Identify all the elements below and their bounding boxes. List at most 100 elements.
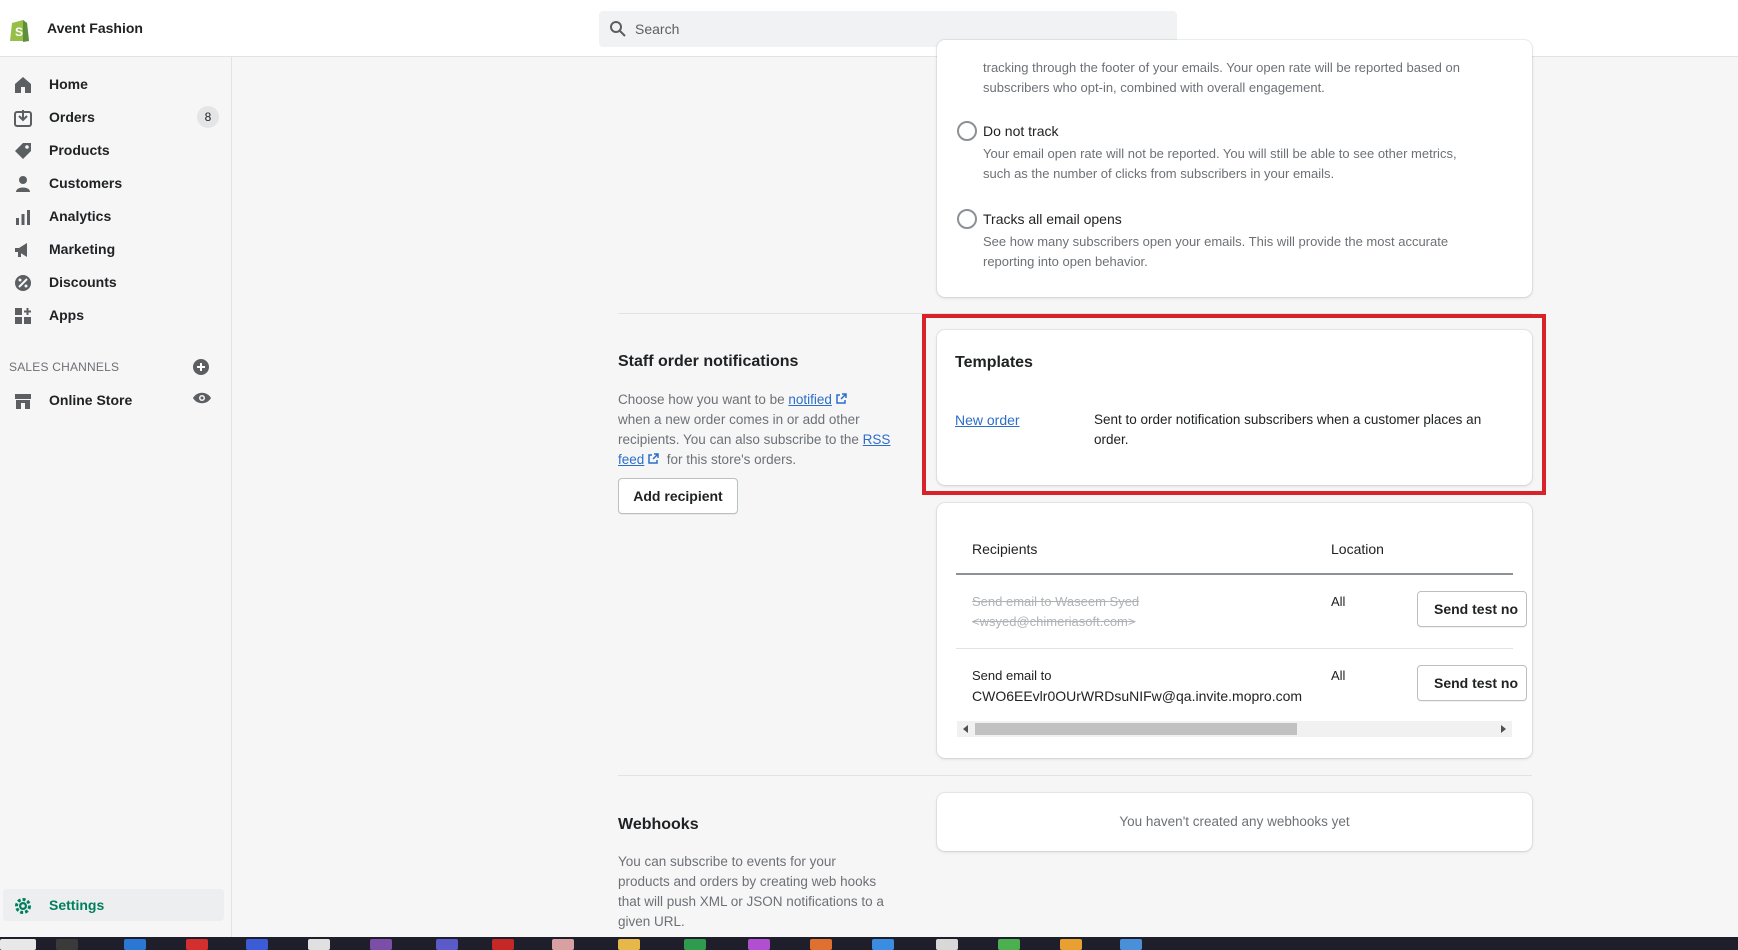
folder-icon[interactable]: [618, 939, 640, 950]
add-channel-icon[interactable]: [192, 358, 210, 376]
os-taskbar: [0, 937, 1738, 950]
do-not-track-help-1: Your email open rate will not be reporte…: [983, 146, 1457, 161]
app-yellow-icon[interactable]: [1060, 939, 1082, 950]
sidebar-item-label: Discounts: [49, 274, 117, 290]
staff-notifications-desc-line2: when a new order comes in or add other: [618, 412, 860, 427]
desc-text: Choose how you want to be: [618, 392, 785, 407]
home-icon: [15, 77, 31, 93]
tracking-intro-line1: tracking through the footer of your emai…: [983, 60, 1460, 75]
sidebar-item-settings[interactable]: Settings: [3, 889, 224, 921]
gear-icon: [15, 898, 31, 914]
send-test-button[interactable]: Send test no: [1417, 665, 1527, 701]
person-icon: [16, 176, 30, 192]
header-rule: [956, 573, 1513, 575]
webhooks-desc-line3: that will push XML or JSON notifications…: [618, 894, 884, 909]
start-icon[interactable]: [0, 939, 36, 950]
terminal-icon[interactable]: [56, 939, 78, 950]
webhooks-desc-line4: given URL.: [618, 914, 685, 929]
search-placeholder: Search: [635, 21, 680, 37]
search-icon: [610, 21, 626, 37]
recipient-redacted-line2: <wsyed@chimeriasoft.com>: [972, 614, 1136, 629]
recipients-header: Recipients: [972, 541, 1038, 557]
recipient-line1: Send email to: [972, 668, 1052, 683]
horizontal-scrollbar[interactable]: [957, 721, 1512, 737]
track-all-opens-radio[interactable]: [957, 209, 977, 229]
sidebar-item-label: Online Store: [49, 392, 133, 408]
recipient-redacted-line1: Send email to Waseem Syed: [972, 594, 1140, 609]
external-link-icon: [836, 393, 847, 404]
app-window-icon[interactable]: [1120, 939, 1142, 950]
external-link-icon: [648, 453, 660, 464]
teams-icon[interactable]: [436, 939, 458, 950]
sidebar-item-label: Orders: [49, 109, 95, 125]
webhooks-card: You haven't created any webhooks yet: [937, 793, 1532, 851]
scroll-right-icon[interactable]: [1498, 724, 1508, 734]
desc-text: for this store's orders.: [666, 452, 797, 467]
notepad-icon[interactable]: [936, 939, 958, 950]
send-test-button[interactable]: Send test no: [1417, 591, 1527, 627]
chrome-icon[interactable]: [552, 939, 574, 950]
staff-notifications-desc-line1: Choose how you want to be notified: [618, 390, 847, 410]
eye-icon[interactable]: [192, 391, 212, 405]
webhooks-title: Webhooks: [618, 816, 699, 833]
desc-text: recipients. You can also subscribe to th…: [618, 432, 859, 447]
recipient-location: All: [1331, 594, 1346, 609]
staff-notifications-title: Staff order notifications: [618, 353, 799, 370]
sidebar-item-home[interactable]: Home: [0, 68, 232, 100]
do-not-track-radio[interactable]: [957, 121, 977, 141]
orders-count-badge: 8: [197, 106, 219, 128]
email-tracking-card: tracking through the footer of your emai…: [937, 40, 1532, 297]
sidebar-item-orders[interactable]: Orders 8: [0, 101, 232, 133]
app-icon[interactable]: [246, 939, 268, 950]
staff-notifications-desc-line4: feed for this store's orders.: [618, 450, 796, 470]
shopify-logo-icon[interactable]: S: [8, 17, 30, 43]
row-divider: [956, 648, 1513, 649]
recipient-location: All: [1331, 668, 1346, 683]
sidebar-item-marketing[interactable]: Marketing: [0, 233, 232, 265]
do-not-track-label[interactable]: Do not track: [983, 123, 1058, 139]
webhooks-empty-state: You haven't created any webhooks yet: [1119, 814, 1350, 829]
bar-chart-icon: [16, 210, 30, 225]
file-icon[interactable]: [308, 939, 330, 950]
sidebar-item-discounts[interactable]: Discounts: [0, 266, 232, 298]
onenote-icon[interactable]: [748, 939, 770, 950]
sales-channels-heading: SALES CHANNELS: [9, 360, 120, 374]
do-not-track-help-2: such as the number of clicks from subscr…: [983, 166, 1335, 181]
section-divider: [618, 775, 1532, 776]
recipients-card: Recipients Location Send email to Waseem…: [937, 503, 1532, 758]
app-red-icon[interactable]: [492, 939, 514, 950]
orders-icon: [14, 110, 32, 127]
sidebar-item-label: Marketing: [49, 241, 116, 257]
apps-icon: [15, 308, 31, 324]
scroll-left-icon[interactable]: [961, 724, 971, 734]
sidebar-item-customers[interactable]: Customers: [0, 167, 232, 199]
webhooks-desc-line2: products and orders by creating web hook…: [618, 874, 877, 889]
add-recipient-button[interactable]: Add recipient: [618, 478, 738, 514]
templates-highlight-box: [922, 314, 1546, 495]
media-icon[interactable]: [998, 939, 1020, 950]
excel-icon[interactable]: [684, 939, 706, 950]
app-orange-icon[interactable]: [810, 939, 832, 950]
scrollbar-thumb[interactable]: [975, 723, 1297, 735]
rss-feed-link[interactable]: feed: [618, 452, 644, 467]
notified-link[interactable]: notified: [788, 392, 832, 407]
tag-icon: [15, 143, 31, 159]
location-header: Location: [1331, 541, 1384, 557]
sidebar-item-products[interactable]: Products: [0, 134, 232, 166]
rss-link[interactable]: RSS: [863, 432, 891, 447]
track-all-opens-label[interactable]: Tracks all email opens: [983, 211, 1122, 227]
store-name[interactable]: Avent Fashion: [47, 20, 143, 36]
sidebar: Home Orders 8 Products Customers Analyti…: [0, 57, 232, 937]
discount-icon: [15, 275, 31, 291]
app-blue-icon[interactable]: [872, 939, 894, 950]
sidebar-item-analytics[interactable]: Analytics: [0, 200, 232, 232]
track-all-opens-help-1: See how many subscribers open your email…: [983, 234, 1449, 249]
sidebar-item-label: Home: [49, 76, 88, 92]
opera-icon[interactable]: [186, 939, 208, 950]
track-all-opens-help-2: reporting into open behavior.: [983, 254, 1148, 269]
sidebar-item-label: Apps: [49, 307, 84, 323]
visual-studio-icon[interactable]: [370, 939, 392, 950]
sidebar-item-apps[interactable]: Apps: [0, 299, 232, 331]
tracking-intro-line2: subscribers who opt-in, combined with ov…: [983, 80, 1325, 95]
store-app-icon[interactable]: [124, 939, 146, 950]
